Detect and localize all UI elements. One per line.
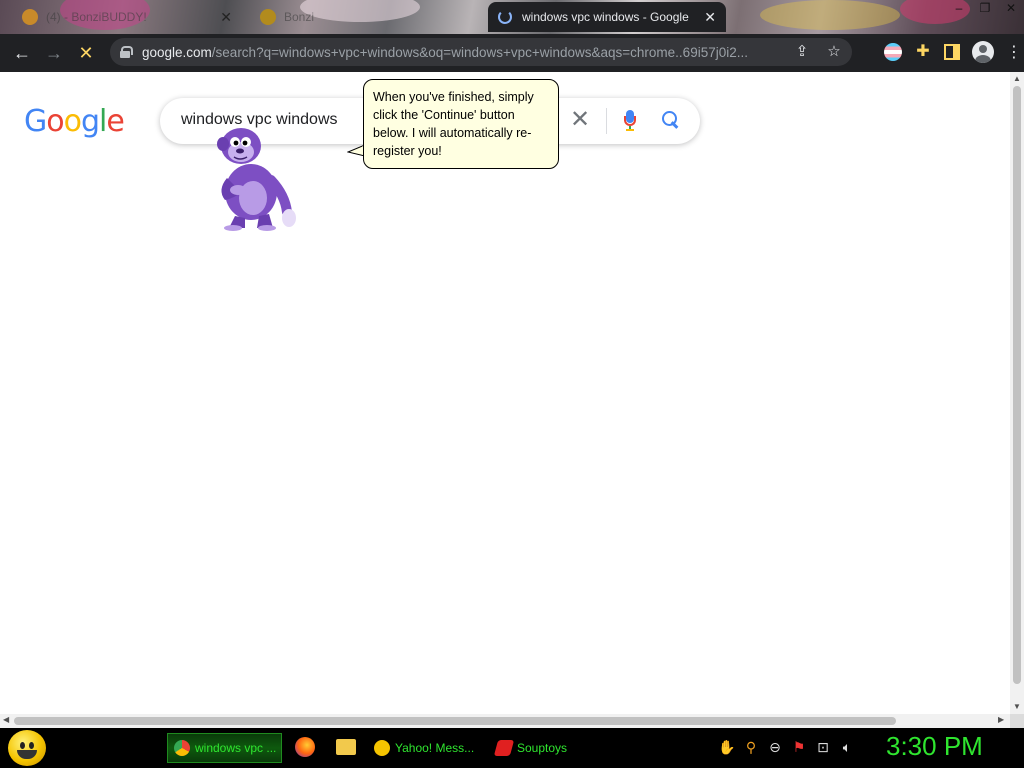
address-bar[interactable]: google.com/search?q=windows+vpc+windows&… — [110, 38, 852, 66]
kebab-icon[interactable]: ⋮ — [1006, 42, 1022, 62]
smiley-mouth — [17, 750, 37, 759]
stop-button[interactable]: ✕ — [70, 37, 102, 69]
folder-icon[interactable] — [336, 739, 356, 755]
task-label: windows vpc ... — [195, 741, 277, 755]
back-arrow-icon: ← — [13, 42, 31, 63]
clear-icon[interactable]: ✕ — [570, 108, 590, 132]
back-button[interactable]: ← — [6, 37, 38, 69]
status-icon[interactable]: ⊖ — [766, 738, 784, 756]
scroll-right-icon[interactable]: ▶ — [998, 715, 1004, 724]
scroll-up-icon[interactable]: ▲ — [1013, 74, 1021, 83]
logo-letter: g — [80, 104, 100, 139]
logo-letter: o — [63, 104, 82, 139]
close-window-button[interactable]: ✕ — [998, 0, 1024, 18]
network-icon[interactable]: ⊡ — [814, 738, 832, 756]
vertical-scrollbar[interactable]: ▲ ▼ — [1010, 72, 1024, 714]
bonzi-speech-balloon: When you've finished, simply click the '… — [363, 79, 559, 169]
horizontal-scrollbar[interactable]: ◀ ▶ — [0, 714, 1010, 728]
wallpaper-splash — [760, 0, 900, 30]
search-tray-icon[interactable]: ⚲ — [742, 738, 760, 756]
logo-letter: G — [24, 104, 47, 139]
clock[interactable]: 3:30 PM — [886, 731, 983, 762]
url-text: google.com/search?q=windows+vpc+windows&… — [142, 45, 782, 60]
profile-icon[interactable] — [972, 41, 994, 63]
bonzi-favicon-icon — [22, 9, 38, 25]
stop-icon: ✕ — [78, 42, 94, 63]
scroll-corner — [1010, 714, 1024, 728]
tab-google-search[interactable]: windows vpc windows - Google ✕ — [488, 2, 726, 32]
logo-letter: o — [46, 104, 64, 139]
search-icon[interactable] — [662, 111, 680, 129]
window-controls: – ❐ ✕ — [946, 0, 1024, 18]
loading-spinner-icon — [498, 10, 512, 24]
taskbar-item-yahoo-messenger[interactable]: Yahoo! Mess... — [368, 733, 484, 763]
taskbar-item-chrome[interactable]: windows vpc ... — [167, 733, 282, 763]
maximize-button[interactable]: ❐ — [972, 0, 998, 18]
system-tray: ✋ ⚲ ⊖ ⚑ ⊡ 🔈︎ — [718, 738, 862, 756]
souptoys-icon — [493, 740, 515, 756]
task-label: Yahoo! Mess... — [395, 741, 475, 755]
tab-close-icon[interactable]: ✕ — [220, 9, 232, 26]
yahoo-messenger-icon — [374, 740, 390, 756]
microphone-icon[interactable] — [624, 110, 636, 132]
tab-bonzibuddy[interactable]: (4) - BonziBUDDY! ✕ — [12, 2, 242, 32]
bonzi-favicon-icon — [260, 9, 276, 25]
chrome-icon — [174, 740, 190, 756]
taskbar-item-souptoys[interactable]: Souptoys — [490, 733, 604, 763]
side-panel-icon[interactable] — [944, 44, 960, 60]
star-icon[interactable]: ☆ — [824, 42, 844, 62]
logo-letter: e — [106, 104, 124, 139]
firefox-icon[interactable] — [295, 737, 315, 757]
toolbar-right: ✚ ⋮ — [878, 38, 1024, 66]
puzzle-icon[interactable]: ✚ — [914, 43, 932, 61]
share-icon[interactable]: ⇪ — [792, 42, 812, 62]
lock-icon[interactable] — [120, 46, 133, 58]
bonzi-buddy-character[interactable] — [205, 120, 300, 232]
flag-icon[interactable]: ⚑ — [790, 738, 808, 756]
start-button[interactable] — [8, 730, 46, 766]
url-host: google.com — [142, 44, 212, 60]
tab-title: Bonzi — [284, 10, 315, 24]
bonzi-tray-icon[interactable]: ✋ — [718, 738, 736, 756]
volume-icon[interactable]: 🔈︎ — [838, 738, 856, 756]
divider — [606, 108, 607, 134]
minimize-button[interactable]: – — [946, 0, 972, 18]
scroll-thumb[interactable] — [14, 717, 896, 725]
scroll-thumb[interactable] — [1013, 86, 1021, 684]
tab-strip: (4) - BonziBUDDY! ✕ Bonzi windows vpc wi… — [0, 0, 1024, 34]
smiley-eye — [29, 742, 34, 749]
trans-flag-icon[interactable] — [884, 43, 902, 61]
forward-button[interactable]: → — [38, 37, 70, 69]
task-label: Souptoys — [517, 741, 568, 755]
browser-toolbar: ← → ✕ google.com/search?q=windows+vpc+wi… — [0, 34, 1024, 72]
smiley-eye — [20, 742, 25, 749]
taskbar: windows vpc ... Yahoo! Mess... Souptoys … — [0, 728, 1024, 768]
google-logo[interactable]: Google — [24, 104, 125, 139]
tab-title: windows vpc windows - Google — [522, 10, 689, 24]
scroll-left-icon[interactable]: ◀ — [3, 715, 9, 724]
forward-arrow-icon: → — [45, 42, 63, 63]
tab-close-icon[interactable]: ✕ — [704, 9, 716, 26]
tab-title: (4) - BonziBUDDY! — [46, 10, 147, 24]
url-path: /search?q=windows+vpc+windows&oq=windows… — [211, 44, 748, 60]
scroll-down-icon[interactable]: ▼ — [1013, 702, 1021, 711]
tab-bonzi[interactable]: Bonzi — [250, 2, 480, 32]
